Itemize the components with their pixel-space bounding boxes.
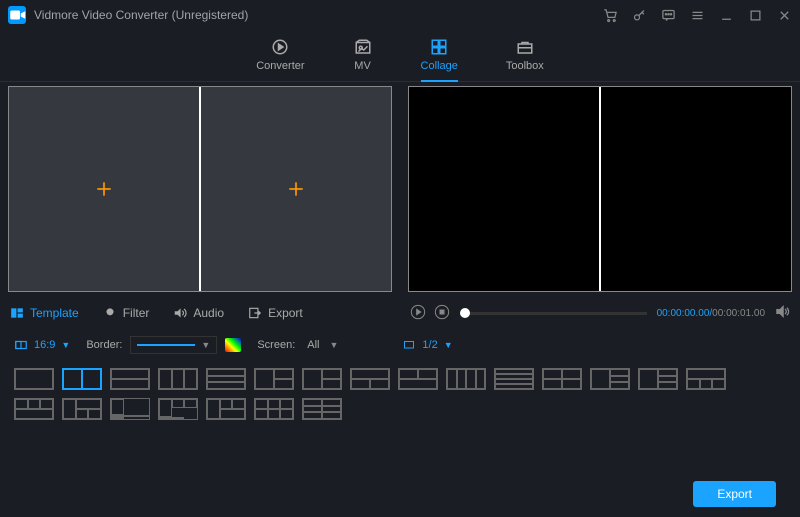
close-icon[interactable] xyxy=(777,8,792,23)
template-2[interactable] xyxy=(62,368,102,390)
nav-toolbox[interactable]: Toolbox xyxy=(506,38,544,81)
volume-icon[interactable] xyxy=(775,304,790,322)
app-logo xyxy=(8,6,26,24)
time-total: 00:00:01.00 xyxy=(712,308,765,319)
app-title: Vidmore Video Converter (Unregistered) xyxy=(34,8,248,22)
nav-mv-label: MV xyxy=(354,60,371,72)
paging-control[interactable]: 1/2 ▼ xyxy=(402,339,452,351)
template-3[interactable] xyxy=(110,368,150,390)
tab-export-label: Export xyxy=(268,306,303,320)
timecode: 00:00:00.00/00:00:01.00 xyxy=(657,308,765,319)
preview-slot-2 xyxy=(601,87,791,291)
progress-bar[interactable] xyxy=(460,312,647,315)
tab-filter[interactable]: Filter xyxy=(103,306,150,320)
border-label: Border: xyxy=(86,339,122,351)
aspect-ratio-select[interactable]: 16:9 ▼ xyxy=(14,338,70,352)
tab-template-label: Template xyxy=(30,306,79,320)
preview-panel xyxy=(400,82,800,298)
aspect-value: 16:9 xyxy=(34,339,55,351)
export-button[interactable]: Export xyxy=(693,481,776,507)
template-8[interactable] xyxy=(350,368,390,390)
main-nav: Converter MV Collage Toolbox xyxy=(0,30,800,82)
border-style-select[interactable]: ▼ xyxy=(130,336,217,354)
chevron-down-icon: ▼ xyxy=(61,340,70,350)
template-21[interactable] xyxy=(254,398,294,420)
template-17[interactable] xyxy=(62,398,102,420)
template-15[interactable] xyxy=(686,368,726,390)
tab-template[interactable]: Template xyxy=(10,306,79,320)
template-11[interactable] xyxy=(494,368,534,390)
maximize-icon[interactable] xyxy=(748,8,763,23)
template-1[interactable] xyxy=(14,368,54,390)
preview-slot-1 xyxy=(409,87,599,291)
minimize-icon[interactable] xyxy=(719,8,734,23)
cart-icon[interactable] xyxy=(603,8,618,23)
template-9[interactable] xyxy=(398,368,438,390)
template-20[interactable] xyxy=(206,398,246,420)
template-grid xyxy=(0,362,800,426)
nav-collage[interactable]: Collage xyxy=(421,38,458,81)
menu-icon[interactable] xyxy=(690,8,705,23)
template-6[interactable] xyxy=(254,368,294,390)
play-button[interactable] xyxy=(410,304,426,323)
screen-value: All xyxy=(307,339,319,351)
template-7[interactable] xyxy=(302,368,342,390)
nav-toolbox-label: Toolbox xyxy=(506,60,544,72)
chevron-down-icon: ▼ xyxy=(444,340,453,350)
screen-select[interactable]: All ▼ xyxy=(303,337,342,353)
template-19[interactable] xyxy=(158,398,198,420)
template-16[interactable] xyxy=(14,398,54,420)
template-18[interactable] xyxy=(110,398,150,420)
border-color-picker[interactable] xyxy=(225,338,241,352)
template-12[interactable] xyxy=(542,368,582,390)
template-4[interactable] xyxy=(158,368,198,390)
template-13[interactable] xyxy=(590,368,630,390)
time-current: 00:00:00.00 xyxy=(657,308,710,319)
collage-slot-2[interactable] xyxy=(201,87,391,291)
nav-converter-label: Converter xyxy=(256,60,304,72)
nav-collage-label: Collage xyxy=(421,60,458,72)
nav-mv[interactable]: MV xyxy=(353,38,373,81)
titlebar: Vidmore Video Converter (Unregistered) xyxy=(0,0,800,30)
feedback-icon[interactable] xyxy=(661,8,676,23)
paging-value: 1/2 xyxy=(422,339,437,351)
collage-editor xyxy=(0,82,400,298)
template-22[interactable] xyxy=(302,398,342,420)
tab-audio[interactable]: Audio xyxy=(173,306,224,320)
tab-export[interactable]: Export xyxy=(248,306,303,320)
tab-audio-label: Audio xyxy=(193,306,224,320)
stop-button[interactable] xyxy=(434,304,450,323)
tab-filter-label: Filter xyxy=(123,306,150,320)
collage-slot-1[interactable] xyxy=(9,87,199,291)
screen-label: Screen: xyxy=(257,339,295,351)
template-5[interactable] xyxy=(206,368,246,390)
nav-converter[interactable]: Converter xyxy=(256,38,304,81)
template-14[interactable] xyxy=(638,368,678,390)
template-10[interactable] xyxy=(446,368,486,390)
key-icon[interactable] xyxy=(632,8,647,23)
